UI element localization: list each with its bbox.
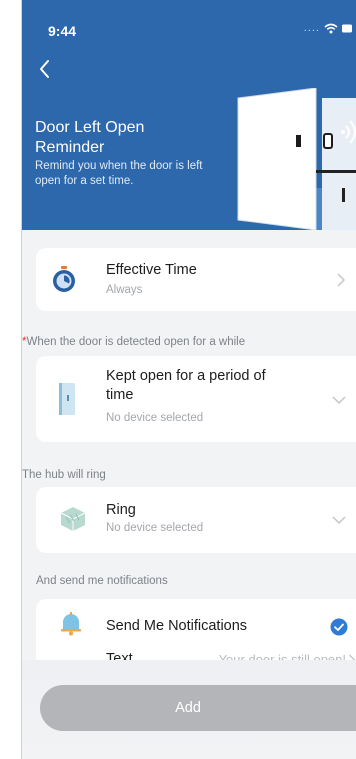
effective-time-title: Effective Time [106,262,197,278]
bell-icon [61,612,81,636]
door-open-illustration [237,88,356,230]
status-time: 9:44 [48,23,77,39]
battery-icon [342,24,352,32]
notifications-section-label: And send me notifications [36,575,168,587]
back-arrow-icon[interactable] [36,56,60,82]
signal-dots-icon: .... [303,22,320,34]
effective-time-value: Always [106,284,143,296]
chevron-right-icon [337,273,346,287]
door-sensor-icon [59,383,75,415]
condition-section-label: *When the door is detected open for a wh… [22,336,245,348]
chevron-down-icon [332,396,346,405]
hub-section-label: The hub will ring [22,469,106,481]
condition-label-text: When the door is detected open for a whi… [26,336,246,348]
header-banner: 9:44 .... Door Left Open Reminder Remind… [22,0,356,230]
page-title: Door Left Open Reminder [35,119,145,156]
ring-card[interactable]: Ring No device selected [36,487,356,553]
kept-open-value: No device selected [106,412,204,424]
chevron-down-icon [332,516,346,525]
ring-value: No device selected [106,522,204,534]
status-icons: .... [304,22,352,34]
checkmark-icon[interactable] [330,618,348,636]
phone-screen: 9:44 .... Door Left Open Reminder Remind… [22,0,356,759]
page-subtitle: Remind you when the door is left open fo… [35,160,203,187]
effective-time-card[interactable]: Effective Time Always [36,248,356,311]
wifi-icon [324,23,338,33]
add-button[interactable]: Add [40,685,356,731]
stopwatch-icon [53,266,75,292]
ring-title: Ring [106,502,136,518]
kept-open-title: Kept open for a period of time [106,368,266,403]
status-bar: 9:44 .... [22,0,356,40]
send-notifications-title: Send Me Notifications [106,618,248,634]
hub-device-icon [60,507,86,531]
kept-open-card[interactable]: Kept open for a period of time No device… [36,356,356,442]
